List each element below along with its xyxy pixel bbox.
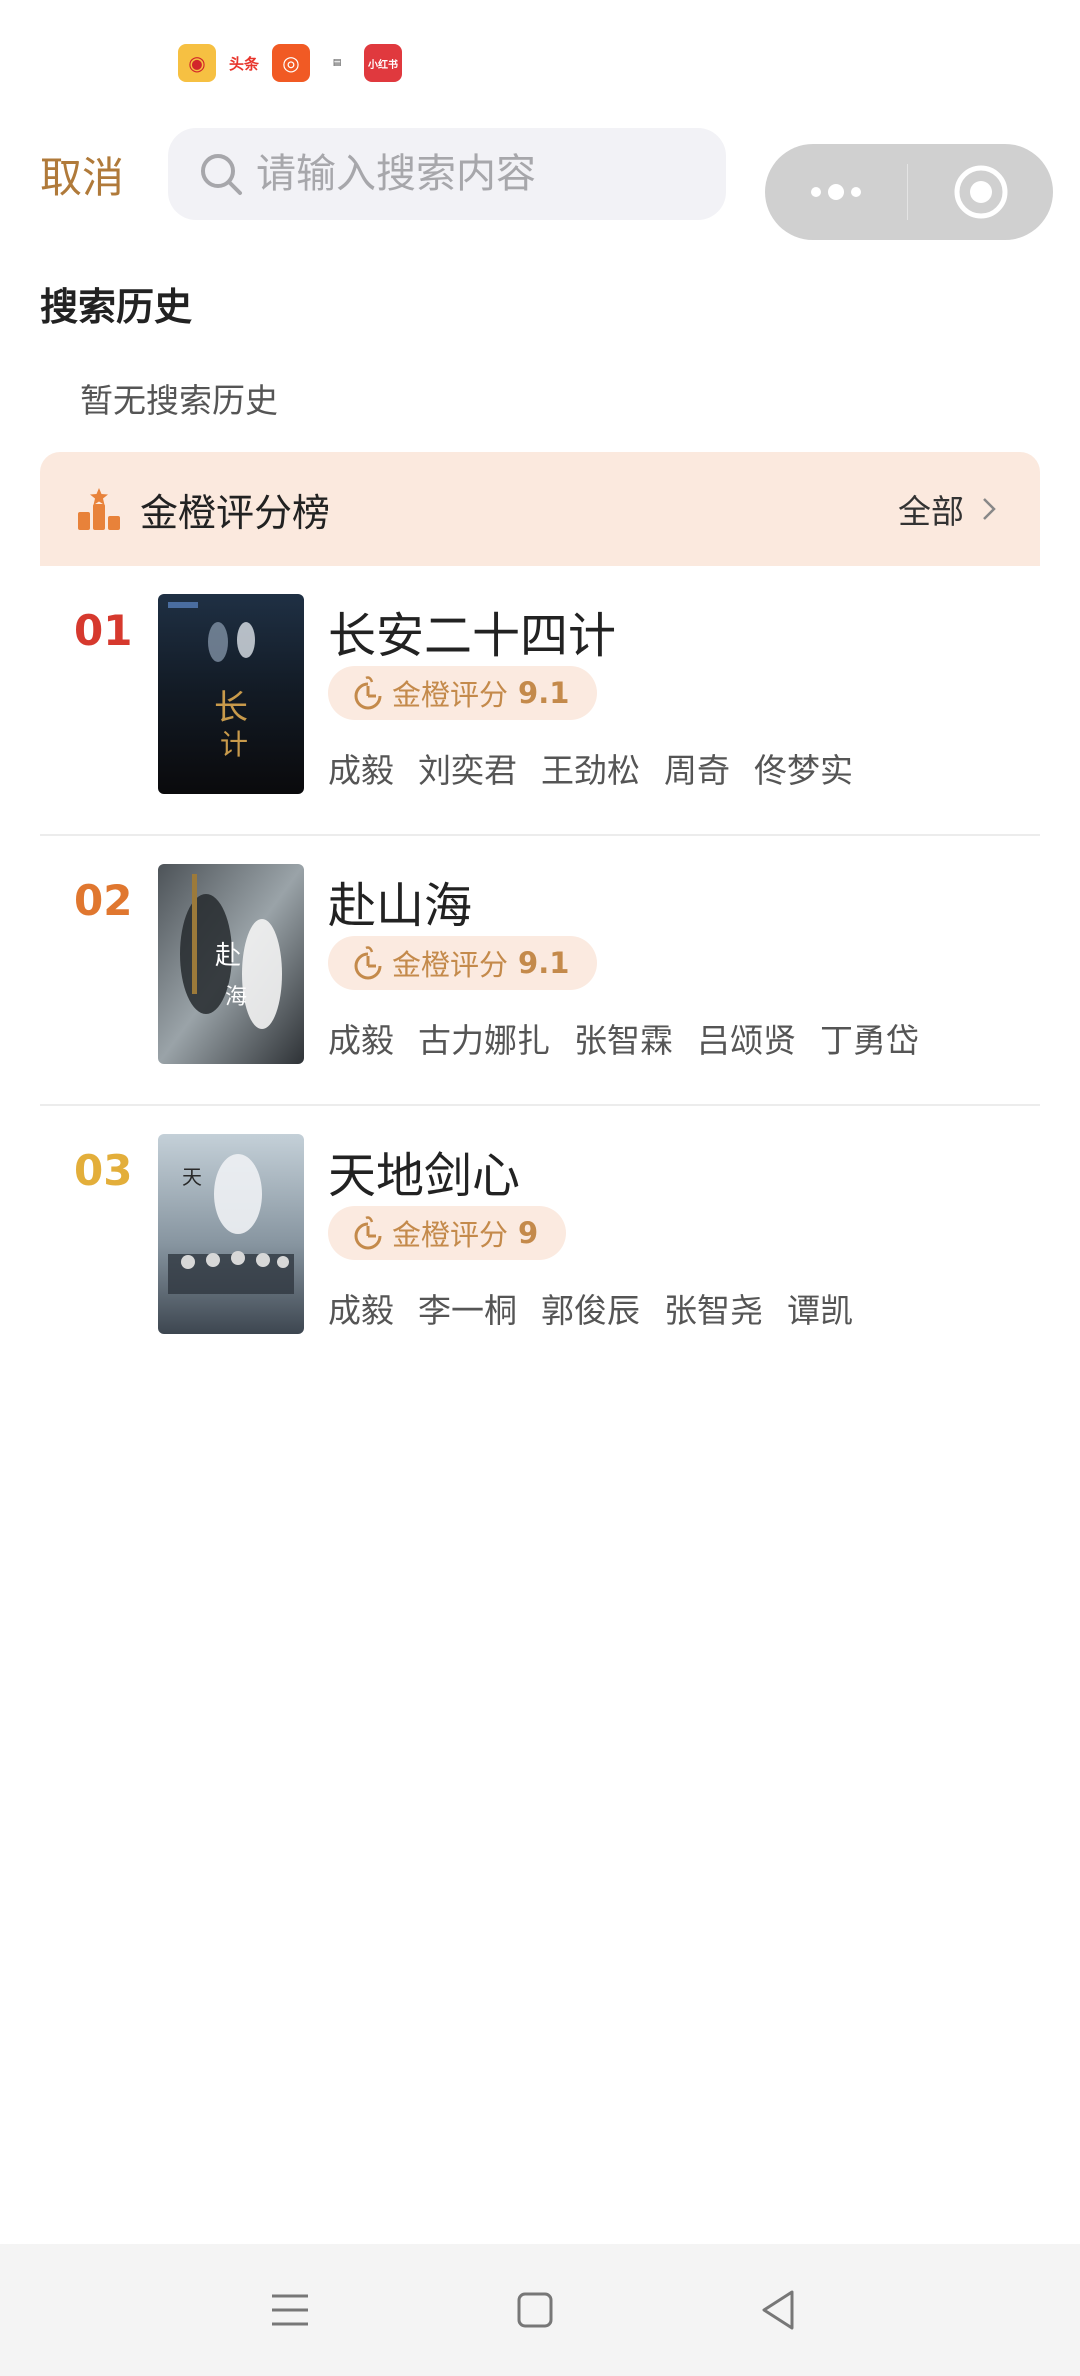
ranking-title: 金橙评分榜 xyxy=(140,490,331,535)
svg-text:赴: 赴 xyxy=(215,941,241,971)
home-square-icon xyxy=(517,2292,553,2328)
cast-member: 成毅 xyxy=(328,751,394,790)
svg-text:长: 长 xyxy=(214,688,248,728)
score-label: 金橙评分 xyxy=(392,678,509,712)
cast-member: 李一桐 xyxy=(418,1291,517,1330)
cast-member: 张智尧 xyxy=(664,1291,763,1330)
search-icon xyxy=(201,154,242,195)
cast-list: 成毅 李一桐 郭俊辰 张智尧 谭凯 xyxy=(328,1284,853,1332)
score-value: 9 xyxy=(518,1216,539,1250)
cast-member: 佟梦实 xyxy=(754,751,853,790)
chevron-right-icon xyxy=(983,498,996,520)
poster-image: 赴 海 xyxy=(158,864,304,1064)
svg-text:天: 天 xyxy=(182,1165,202,1189)
poster-image: 长 计 xyxy=(158,594,304,794)
ranking-list-item[interactable]: 03 天 天地剑心 金橙评分 9 成毅 李一桐 郭俊辰 张智尧 谭凯 xyxy=(40,1106,1040,1376)
back-triangle-icon xyxy=(762,2290,794,2330)
status-bar-app-icons: ◉ 头条 ◎ ▤ 小红书 xyxy=(178,44,402,82)
more-dots-icon xyxy=(811,184,861,200)
drama-title: 长安二十四计 xyxy=(328,608,617,664)
score-badge: 金橙评分 9 xyxy=(328,1206,567,1260)
xiaohongshu-icon: 小红书 xyxy=(364,44,402,82)
rank-number: 02 xyxy=(74,876,133,925)
orange-logo-icon xyxy=(354,946,382,980)
kuaishou-icon: ◎ xyxy=(272,44,310,82)
cast-member: 成毅 xyxy=(328,1021,394,1060)
score-badge: 金橙评分 9.1 xyxy=(328,936,598,990)
cast-list: 成毅 刘奕君 王劲松 周奇 佟梦实 xyxy=(328,744,853,792)
close-circle-icon xyxy=(954,165,1007,219)
miniprogram-capsule xyxy=(765,144,1053,240)
weibo-icon: ◉ xyxy=(178,44,216,82)
drama-title: 天地剑心 xyxy=(328,1148,521,1204)
search-input[interactable] xyxy=(254,150,698,198)
cast-member: 成毅 xyxy=(328,1291,394,1330)
ranking-list-item[interactable]: 01 长 计 长安二十四计 金橙评分 9.1 成毅 刘奕君 王劲松 周奇 佟梦实 xyxy=(40,566,1040,836)
cast-member: 王劲松 xyxy=(541,751,640,790)
cast-member: 吕颂贤 xyxy=(697,1021,796,1060)
svg-text:海: 海 xyxy=(225,985,247,1010)
score-label: 金橙评分 xyxy=(392,948,509,982)
svg-text:计: 计 xyxy=(220,728,248,761)
cast-member: 古力娜扎 xyxy=(418,1021,550,1060)
cast-member: 周奇 xyxy=(664,751,730,790)
score-value: 9.1 xyxy=(518,676,570,710)
poster-image: 天 xyxy=(158,1134,304,1334)
close-miniprogram-button[interactable] xyxy=(908,164,1053,220)
cast-member: 刘奕君 xyxy=(418,751,517,790)
back-button[interactable] xyxy=(760,2244,796,2376)
cast-member: 谭凯 xyxy=(787,1291,853,1330)
cast-member: 郭俊辰 xyxy=(541,1291,640,1330)
souhu-icon: ▤ xyxy=(318,44,356,82)
ranking-all-link[interactable]: 全部 xyxy=(898,485,996,533)
more-button[interactable] xyxy=(765,182,907,202)
cancel-button[interactable]: 取消 xyxy=(40,144,124,205)
score-value: 9.1 xyxy=(518,946,570,980)
drama-title: 赴山海 xyxy=(328,878,473,934)
ranking-list-item[interactable]: 02 赴 海 赴山海 金橙评分 9.1 成毅 古力娜扎 张智霖 吕颂贤 丁勇岱 xyxy=(40,836,1040,1106)
menu-icon xyxy=(272,2294,308,2326)
search-history-title: 搜索历史 xyxy=(40,285,193,329)
rank-number: 03 xyxy=(74,1146,133,1195)
search-history-empty: 暂无搜索历史 xyxy=(80,381,278,420)
home-button[interactable] xyxy=(516,2244,554,2376)
score-badge: 金橙评分 9.1 xyxy=(328,666,598,720)
cast-member: 张智霖 xyxy=(574,1021,673,1060)
rank-number: 01 xyxy=(74,606,133,655)
podium-icon xyxy=(78,488,120,530)
toutiao-icon: 头条 xyxy=(224,44,264,82)
search-box[interactable] xyxy=(168,128,726,220)
orange-logo-icon xyxy=(354,676,382,710)
ranking-header: 金橙评分榜 全部 xyxy=(40,452,1040,566)
system-nav-bar xyxy=(0,2244,1080,2376)
cast-list: 成毅 古力娜扎 张智霖 吕颂贤 丁勇岱 xyxy=(328,1014,919,1062)
ranking-all-label: 全部 xyxy=(898,492,964,531)
orange-logo-icon xyxy=(354,1216,382,1250)
menu-button[interactable] xyxy=(270,2244,310,2376)
cast-member: 丁勇岱 xyxy=(820,1021,919,1060)
score-label: 金橙评分 xyxy=(392,1218,509,1252)
